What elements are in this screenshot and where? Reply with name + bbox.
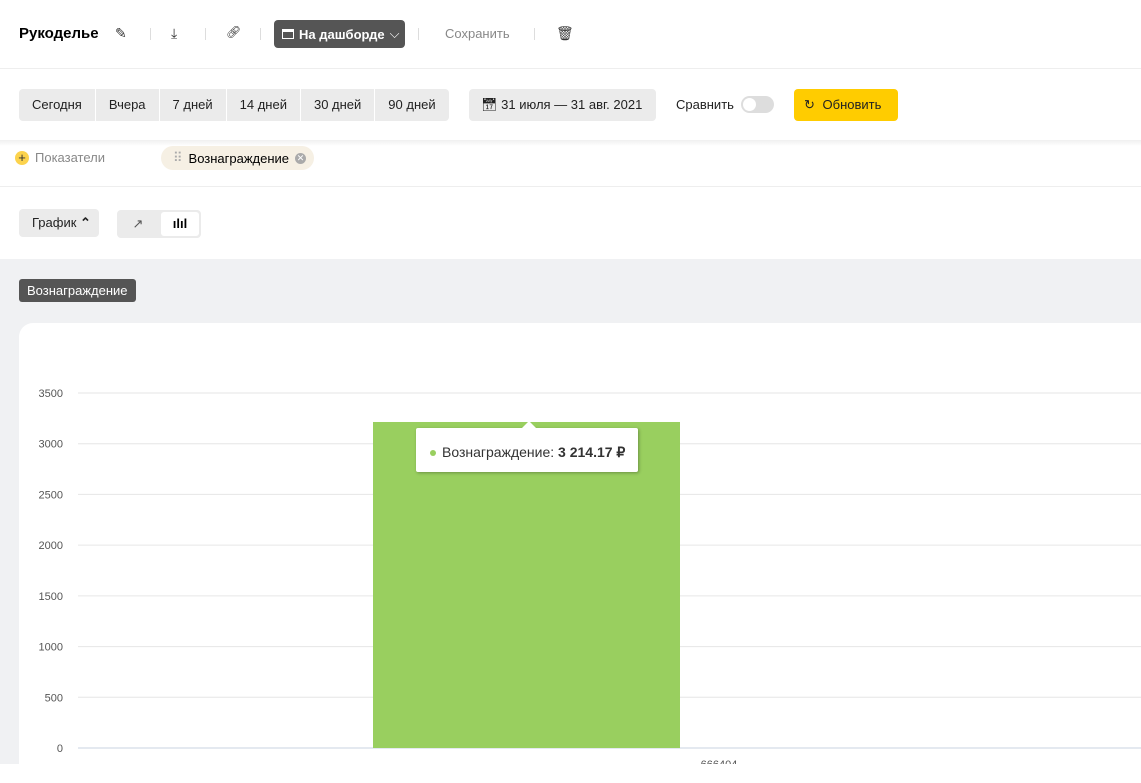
edit-icon[interactable]: ✎ <box>115 25 127 42</box>
refresh-icon: ↻ <box>804 97 815 112</box>
bar-chart: 0 500 1000 1500 2000 2500 3000 3500 666404 <box>39 388 1141 764</box>
chevron-down-icon: ⌵ <box>389 26 400 41</box>
date-range-button[interactable]: 📅︎ 31 июля — 31 авг. 2021 <box>469 89 657 121</box>
x-tick-label: 666404 <box>701 759 738 764</box>
period-today[interactable]: Сегодня <box>19 89 95 121</box>
plus-icon: + <box>15 150 29 165</box>
chart-type-switch: ↗ ılıl <box>117 210 201 238</box>
add-metrics-button[interactable]: + Показатели <box>15 150 105 165</box>
y-tick-label: 1000 <box>39 642 63 654</box>
y-tick-label: 3000 <box>39 439 63 451</box>
date-range: 31 июля — 31 авг. 2021 <box>501 97 643 112</box>
update-label: Обновить <box>822 97 882 112</box>
dashboard-icon <box>282 29 294 39</box>
dashboard-label: На дашборде <box>299 26 385 42</box>
chevron-up-icon: ⌃ <box>80 215 91 230</box>
drag-handle-icon[interactable]: ⠿ <box>173 150 183 166</box>
divider <box>534 28 535 40</box>
y-tick-label: 1500 <box>39 591 63 603</box>
line-chart-icon[interactable]: ↗ <box>119 212 157 236</box>
graph-toggle-button[interactable]: График ⌃ <box>19 209 99 237</box>
period-yesterday[interactable]: Вчера <box>95 89 159 121</box>
calendar-icon: 📅︎ <box>481 97 498 112</box>
divider <box>205 28 206 40</box>
series-dot-icon <box>430 450 436 457</box>
trash-icon[interactable]: 🗑︎ <box>556 25 574 42</box>
update-button[interactable]: ↻ Обновить <box>794 89 898 121</box>
bar-chart-icon[interactable]: ılıl <box>161 212 199 236</box>
add-metrics-label: Показатели <box>35 150 105 165</box>
tooltip: Вознаграждение: 3 214.17 ₽ <box>416 428 638 472</box>
period-7-days[interactable]: 7 дней <box>159 89 226 121</box>
period-30-days[interactable]: 30 дней <box>300 89 375 121</box>
report-title: Рукоделье <box>19 25 99 42</box>
tooltip-label: Вознаграждение: <box>442 444 555 460</box>
save-button[interactable]: Сохранить <box>445 26 510 41</box>
y-tick-label: 500 <box>45 692 63 704</box>
period-14-days[interactable]: 14 дней <box>226 89 300 121</box>
divider <box>418 28 419 40</box>
y-tick-label: 0 <box>57 743 63 755</box>
y-tick-label: 2000 <box>39 540 63 552</box>
y-tick-label: 2500 <box>39 489 63 501</box>
tooltip-arrow <box>521 421 537 429</box>
compare-toggle[interactable] <box>741 96 774 113</box>
tooltip-value: 3 214.17 ₽ <box>558 444 626 460</box>
divider <box>0 186 1141 187</box>
y-tick-label: 3500 <box>39 388 63 400</box>
remove-icon[interactable]: ✕ <box>295 152 307 164</box>
graph-label: График <box>32 215 77 230</box>
metric-chip-label: Вознаграждение <box>188 150 290 166</box>
period-selector: Сегодня Вчера 7 дней 14 дней 30 дней 90 … <box>19 89 449 121</box>
link-icon[interactable]: 🔗︎ <box>226 25 241 39</box>
dashboard-button[interactable]: На дашборде ⌵ <box>274 20 405 48</box>
period-90-days[interactable]: 90 дней <box>375 89 449 121</box>
compare-label: Сравнить <box>676 97 734 112</box>
divider <box>0 68 1141 69</box>
chart-metric-tag: Вознаграждение <box>19 279 136 302</box>
divider <box>260 28 261 40</box>
divider <box>150 28 151 40</box>
download-icon[interactable]: ⤓ <box>171 25 177 42</box>
metric-chip[interactable]: ⠿ Вознаграждение ✕ <box>161 146 315 170</box>
